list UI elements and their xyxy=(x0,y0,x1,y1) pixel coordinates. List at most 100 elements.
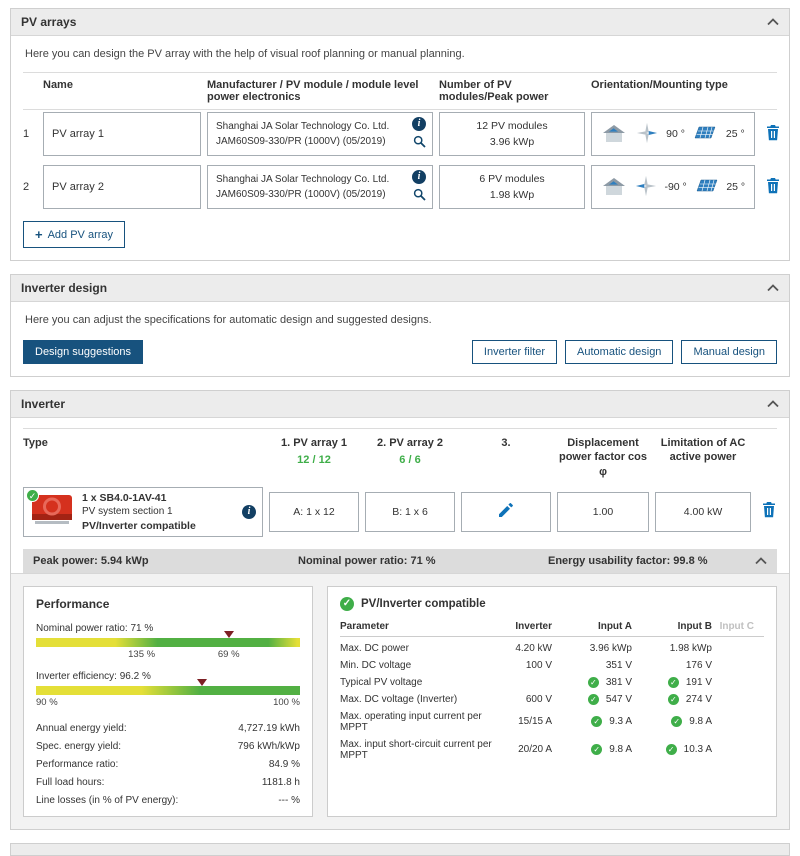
manual-design-button[interactable]: Manual design xyxy=(681,340,777,364)
input-b-value: 176 V xyxy=(632,657,712,674)
param: Max. DC voltage (Inverter) xyxy=(340,691,496,708)
col-type: Type xyxy=(23,436,263,450)
module-name: JAM60S09-330/PR (1000V) (05/2019) xyxy=(216,187,389,202)
col-inverter: Inverter xyxy=(496,621,552,632)
stat-value: 84.9 % xyxy=(195,759,300,770)
nominal-power-ratio-label: Nominal power ratio: 71 % xyxy=(36,623,300,634)
stat-label: Annual energy yield: xyxy=(36,723,195,734)
stat-value: 4,727.19 kWh xyxy=(195,723,300,734)
inverter-value: 100 V xyxy=(496,657,552,674)
compatibility-title: PV/Inverter compatible xyxy=(361,598,486,610)
next-section-header-cutoff[interactable] xyxy=(10,843,790,856)
input-a-value: 9.8 A xyxy=(609,744,632,755)
pv-arrays-table: 1 Shanghai JA Solar Technology Co. Ltd. … xyxy=(23,112,777,209)
module-selection-box[interactable]: Shanghai JA Solar Technology Co. Ltd. JA… xyxy=(207,112,433,156)
input-a-value: 351 V xyxy=(552,657,632,674)
peak-power-summary: Peak power: 5.94 kWp xyxy=(33,555,298,567)
pv-array-name-input[interactable] xyxy=(43,165,201,209)
input-a-box[interactable]: A: 1 x 12 xyxy=(269,492,359,532)
roof-icon xyxy=(601,176,627,199)
manufacturer-name: Shanghai JA Solar Technology Co. Ltd. xyxy=(216,172,389,187)
add-pv-array-button[interactable]: Add PV array xyxy=(23,221,125,248)
row-index: 1 xyxy=(23,128,37,140)
compatible-label: PV/Inverter compatible xyxy=(82,519,234,533)
pv-arrays-table-header: Name Manufacturer / PV module / module l… xyxy=(23,72,777,110)
compass-icon xyxy=(635,175,657,200)
bar-marker-icon xyxy=(224,631,234,638)
input-b-box[interactable]: B: 1 x 6 xyxy=(365,492,455,532)
orientation-box[interactable]: 90 ° 25 ° xyxy=(591,112,755,156)
inverter-value: 4.20 kW xyxy=(496,640,552,657)
delete-pv-array-button[interactable] xyxy=(761,123,785,146)
col-input-b: Input B xyxy=(632,621,712,632)
chevron-up-icon[interactable] xyxy=(767,400,779,408)
check-circle-icon xyxy=(591,744,602,755)
ac-limit-box[interactable]: 4.00 kW xyxy=(655,492,751,532)
inverter-design-description: Here you can adjust the specifications f… xyxy=(25,314,777,326)
chevron-up-icon[interactable] xyxy=(767,18,779,26)
col-cos-phi: Displacement power factor cos φ xyxy=(557,436,649,479)
array1-count: 12 / 12 xyxy=(269,453,359,467)
info-icon[interactable]: i xyxy=(412,170,426,184)
inverter-type-box[interactable]: 1 x SB4.0-1AV-41 PV system section 1 PV/… xyxy=(23,487,263,537)
automatic-design-button[interactable]: Automatic design xyxy=(565,340,673,364)
info-icon[interactable]: i xyxy=(412,117,426,131)
param: Min. DC voltage xyxy=(340,657,496,674)
nominal-power-ratio-bar xyxy=(36,638,300,647)
check-circle-icon xyxy=(668,694,679,705)
search-icon[interactable] xyxy=(413,188,426,204)
roof-icon xyxy=(601,123,627,146)
check-circle-icon xyxy=(340,597,354,611)
delete-inverter-button[interactable] xyxy=(757,500,781,523)
col-array1: 1. PV array 1 12 / 12 xyxy=(269,436,359,468)
col-orientation: Orientation/Mounting type xyxy=(591,79,755,91)
col-manufacturer: Manufacturer / PV module / module level … xyxy=(207,79,433,103)
array2-count: 6 / 6 xyxy=(365,453,455,467)
inverter-summary-bar[interactable]: Peak power: 5.94 kWp Nominal power ratio… xyxy=(23,549,777,573)
input-b-value: 9.8 A xyxy=(689,716,712,727)
module-selection-box[interactable]: Shanghai JA Solar Technology Co. Ltd. JA… xyxy=(207,165,433,209)
azimuth-value: 90 ° xyxy=(666,128,685,140)
pv-arrays-section: PV arrays Here you can design the PV arr… xyxy=(10,8,790,261)
compatible-check-icon xyxy=(26,489,39,502)
design-suggestions-button[interactable]: Design suggestions xyxy=(23,340,143,364)
bar2-tick-right: 100 % xyxy=(273,697,300,708)
inverter-section: Inverter Type 1. PV array 1 12 / 12 2. P… xyxy=(10,390,790,830)
stat-label: Performance ratio: xyxy=(36,759,195,770)
chevron-up-icon[interactable] xyxy=(767,284,779,292)
input-b-value: 191 V xyxy=(686,677,712,688)
cos-phi-box[interactable]: 1.00 xyxy=(557,492,649,532)
pv-arrays-header[interactable]: PV arrays xyxy=(11,9,789,36)
inverter-row: 1 x SB4.0-1AV-41 PV system section 1 PV/… xyxy=(23,487,777,537)
row-index: 2 xyxy=(23,181,37,193)
edit-inputs-box[interactable] xyxy=(461,492,551,532)
delete-pv-array-button[interactable] xyxy=(761,176,785,199)
orientation-box[interactable]: -90 ° 25 ° xyxy=(591,165,755,209)
check-circle-icon xyxy=(591,716,602,727)
pv-arrays-title: PV arrays xyxy=(21,15,76,29)
inverter-design-title: Inverter design xyxy=(21,281,107,295)
tilt-value: 25 ° xyxy=(726,181,745,193)
input-a-value: 547 V xyxy=(606,694,632,705)
info-icon[interactable]: i xyxy=(242,505,256,519)
pv-array-name-input[interactable] xyxy=(43,112,201,156)
tilt-panel-icon xyxy=(695,178,719,197)
param: Max. operating input current per MPPT xyxy=(340,708,496,736)
check-circle-icon xyxy=(588,677,599,688)
azimuth-value: -90 ° xyxy=(664,181,686,193)
inverter-header[interactable]: Inverter xyxy=(11,391,789,418)
chevron-up-icon[interactable] xyxy=(755,557,767,565)
inverter-model: 1 x SB4.0-1AV-41 xyxy=(82,491,234,505)
search-icon[interactable] xyxy=(413,135,426,151)
pv-system-section: PV system section 1 xyxy=(82,505,234,519)
tilt-value: 25 ° xyxy=(726,128,745,140)
modules-count: 12 PV modules xyxy=(476,118,547,134)
inverter-filter-button[interactable]: Inverter filter xyxy=(472,340,557,364)
compatibility-table: Max. DC power 4.20 kW 3.96 kWp 1.98 kWp … xyxy=(340,640,764,764)
inverter-design-header[interactable]: Inverter design xyxy=(11,275,789,302)
check-circle-icon xyxy=(671,716,682,727)
param: Max. input short-circuit current per MPP… xyxy=(340,736,496,764)
bar1-tick-value: 69 % xyxy=(218,649,240,660)
pencil-icon xyxy=(499,503,513,520)
col-array3: 3. xyxy=(461,436,551,450)
